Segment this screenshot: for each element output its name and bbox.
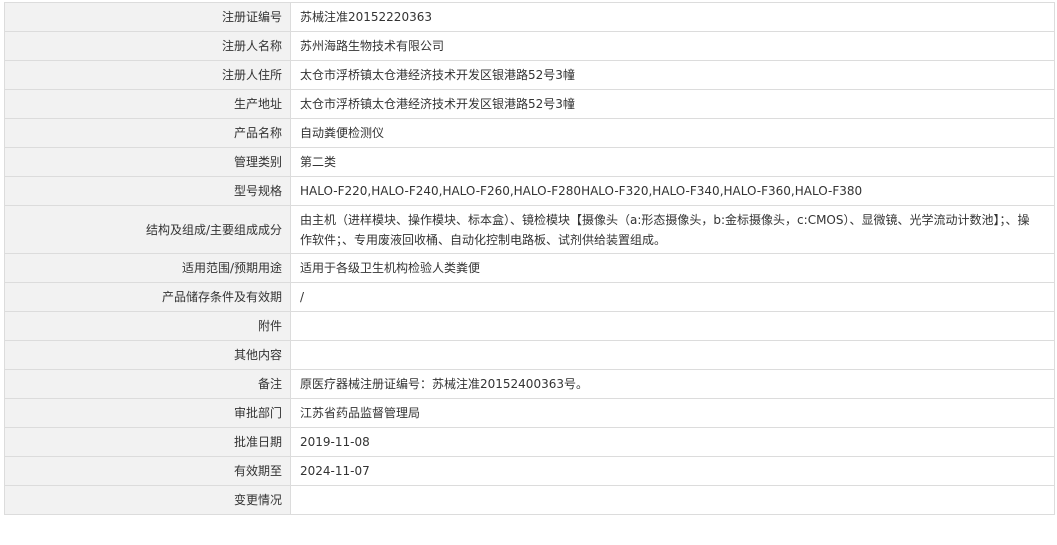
field-value: 2019-11-08 [290, 427, 1055, 457]
row-attachments: 附件 [4, 311, 1055, 341]
row-approval-date: 批准日期 2019-11-08 [4, 427, 1055, 457]
field-value: HALO-F220,HALO-F240,HALO-F260,HALO-F280H… [290, 176, 1055, 206]
row-structure-composition: 结构及组成/主要组成成分 由主机（进样模块、操作模块、标本盒）、镜检模块【摄像头… [4, 205, 1055, 254]
field-value: 2024-11-07 [290, 456, 1055, 486]
field-label: 审批部门 [4, 398, 291, 428]
field-label: 管理类别 [4, 147, 291, 177]
field-label: 产品储存条件及有效期 [4, 282, 291, 312]
row-product-name: 产品名称 自动粪便检测仪 [4, 118, 1055, 148]
row-change-history: 变更情况 [4, 485, 1055, 515]
field-value: / [290, 282, 1055, 312]
field-label: 适用范围/预期用途 [4, 253, 291, 283]
registration-detail-table: 注册证编号 苏械注准20152220363 注册人名称 苏州海路生物技术有限公司… [4, 2, 1055, 515]
field-value: 苏械注准20152220363 [290, 2, 1055, 32]
row-storage-validity: 产品储存条件及有效期 / [4, 282, 1055, 312]
field-label: 结构及组成/主要组成成分 [4, 205, 291, 254]
row-other-content: 其他内容 [4, 340, 1055, 370]
field-label: 变更情况 [4, 485, 291, 515]
row-approval-department: 审批部门 江苏省药品监督管理局 [4, 398, 1055, 428]
field-label: 注册人住所 [4, 60, 291, 90]
field-value: 第二类 [290, 147, 1055, 177]
row-registrant-name: 注册人名称 苏州海路生物技术有限公司 [4, 31, 1055, 61]
field-value [290, 340, 1055, 370]
row-expiry-date: 有效期至 2024-11-07 [4, 456, 1055, 486]
field-label: 注册人名称 [4, 31, 291, 61]
field-value [290, 311, 1055, 341]
field-label: 附件 [4, 311, 291, 341]
field-label: 产品名称 [4, 118, 291, 148]
field-value [290, 485, 1055, 515]
field-value: 由主机（进样模块、操作模块、标本盒）、镜检模块【摄像头（a:形态摄像头，b:金标… [290, 205, 1055, 254]
field-value: 自动粪便检测仪 [290, 118, 1055, 148]
row-production-address: 生产地址 太仓市浮桥镇太仓港经济技术开发区银港路52号3幢 [4, 89, 1055, 119]
row-model-specification: 型号规格 HALO-F220,HALO-F240,HALO-F260,HALO-… [4, 176, 1055, 206]
row-registrant-address: 注册人住所 太仓市浮桥镇太仓港经济技术开发区银港路52号3幢 [4, 60, 1055, 90]
field-label: 有效期至 [4, 456, 291, 486]
field-value: 太仓市浮桥镇太仓港经济技术开发区银港路52号3幢 [290, 89, 1055, 119]
row-remarks: 备注 原医疗器械注册证编号：苏械注准20152400363号。 [4, 369, 1055, 399]
field-value: 适用于各级卫生机构检验人类粪便 [290, 253, 1055, 283]
row-intended-use: 适用范围/预期用途 适用于各级卫生机构检验人类粪便 [4, 253, 1055, 283]
field-value: 苏州海路生物技术有限公司 [290, 31, 1055, 61]
field-value: 太仓市浮桥镇太仓港经济技术开发区银港路52号3幢 [290, 60, 1055, 90]
field-label: 批准日期 [4, 427, 291, 457]
row-registration-number: 注册证编号 苏械注准20152220363 [4, 2, 1055, 32]
field-value: 江苏省药品监督管理局 [290, 398, 1055, 428]
field-label: 其他内容 [4, 340, 291, 370]
field-label: 型号规格 [4, 176, 291, 206]
field-value: 原医疗器械注册证编号：苏械注准20152400363号。 [290, 369, 1055, 399]
field-label: 生产地址 [4, 89, 291, 119]
row-management-category: 管理类别 第二类 [4, 147, 1055, 177]
field-label: 注册证编号 [4, 2, 291, 32]
field-label: 备注 [4, 369, 291, 399]
